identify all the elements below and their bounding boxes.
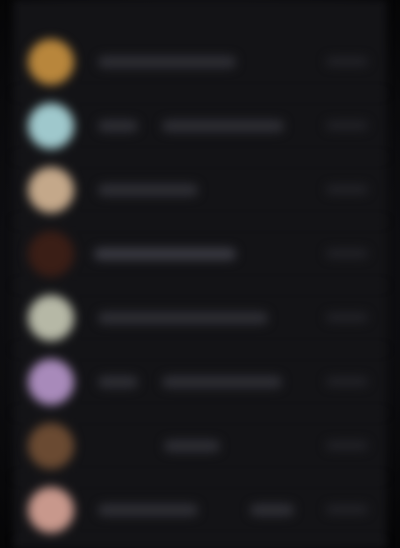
list-item[interactable] (14, 414, 386, 478)
title-placeholder (98, 183, 198, 196)
title-placeholder (98, 375, 138, 388)
avatar (28, 230, 74, 277)
list-item[interactable] (14, 158, 386, 222)
avatar (28, 166, 74, 213)
list-item[interactable] (14, 94, 386, 158)
title-placeholder (162, 375, 282, 388)
title-placeholder (162, 119, 284, 132)
avatar (28, 358, 74, 405)
title-placeholder (98, 119, 138, 132)
title-placeholder (98, 503, 198, 516)
meta-placeholder (326, 313, 368, 322)
avatar (28, 38, 74, 85)
list-item[interactable] (14, 286, 386, 350)
meta-placeholder (326, 505, 368, 514)
title-placeholder (94, 247, 236, 260)
list-item[interactable] (14, 350, 386, 414)
meta-placeholder (326, 121, 368, 130)
avatar (28, 486, 74, 533)
title-placeholder (98, 311, 268, 324)
meta-placeholder (326, 441, 368, 450)
meta-placeholder (326, 57, 368, 66)
title-placeholder (98, 55, 236, 68)
title-placeholder (250, 503, 294, 516)
screen (0, 0, 400, 548)
title-placeholder (164, 439, 220, 452)
meta-placeholder (326, 377, 368, 386)
avatar (28, 102, 74, 149)
avatar (28, 294, 74, 341)
meta-placeholder (326, 185, 368, 194)
list-item[interactable] (14, 478, 386, 542)
list-item[interactable] (14, 222, 386, 286)
item-list (14, 30, 386, 542)
list-item[interactable] (14, 30, 386, 94)
avatar (28, 422, 74, 469)
meta-placeholder (326, 249, 368, 258)
